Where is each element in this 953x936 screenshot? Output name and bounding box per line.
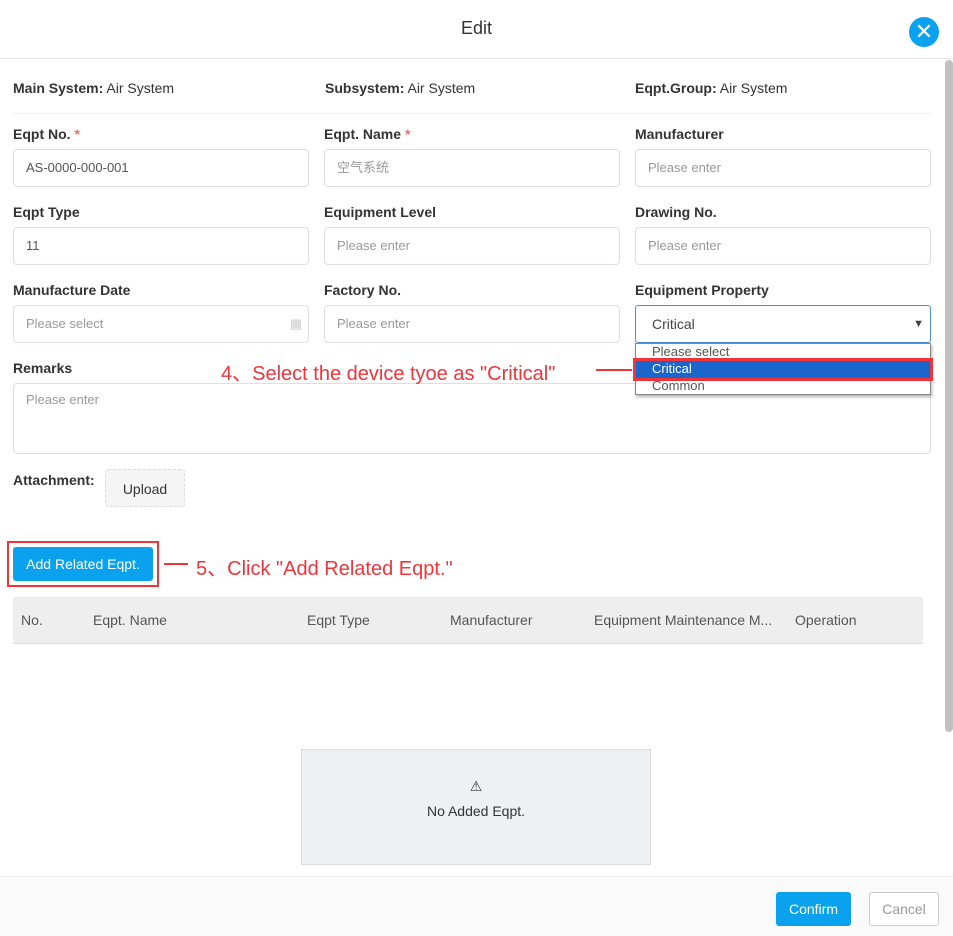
drawing-no-label: Drawing No. [635,204,717,220]
col-operation: Operation [795,612,857,628]
eqpt-name-label: Eqpt. Name * [324,126,411,142]
equipment-level-input[interactable]: Please enter [324,227,620,265]
close-icon[interactable]: ✕ [909,17,939,47]
cancel-button[interactable]: Cancel [869,892,939,926]
col-manufacturer: Manufacturer [450,612,533,628]
arrow-right-icon [164,563,188,565]
annotation-step4: 4、Select the device tyoe as "Critical" [221,363,556,385]
empty-text: No Added Eqpt. [426,803,526,819]
upload-button[interactable]: Upload [105,469,185,507]
factory-no-input[interactable]: Please enter [324,305,620,343]
remarks-label: Remarks [13,360,73,376]
equipment-property-dropdown: Please select Critical Common [633,343,933,395]
eqpt-no-label: Eqpt No. * [13,126,80,142]
empty-state: ⚠ No Added Eqpt. [301,749,651,865]
scrollbar[interactable] [945,60,953,732]
eqpt-no-input[interactable]: AS-0000-000-001 [13,149,309,187]
eqpt-name-input[interactable]: 空气系统 [324,149,620,187]
equipment-level-label: Equipment Level [324,204,437,220]
arrow-left-icon [596,369,632,371]
factory-no-label: Factory No. [324,282,402,298]
annotation-step5: 5、Click "Add Related Eqpt." [196,558,453,580]
main-system-info: Main System: Air System [13,80,175,96]
col-no: No. [21,612,43,628]
warning-icon: ⚠ [469,778,483,794]
attachment-label: Attachment: [13,472,95,488]
confirm-button[interactable]: Confirm [776,892,851,926]
dialog-title: Edit [0,0,953,59]
manufacturer-input[interactable]: Please enter [635,149,931,187]
add-related-eqpt-button[interactable]: Add Related Eqpt. [13,547,153,581]
col-maintenance: Equipment Maintenance M... [594,612,773,628]
eqpt-type-input[interactable]: 11 [13,227,309,265]
option-critical[interactable]: Critical [633,358,933,381]
equipment-property-label: Equipment Property [635,282,769,298]
option-common[interactable]: Common [636,378,930,395]
drawing-no-input[interactable]: Please enter [635,227,931,265]
equipment-property-select[interactable]: Critical ▼ [635,305,931,343]
chevron-down-icon: ▼ [913,318,924,330]
manufacture-date-input[interactable]: Please select ▦ [13,305,309,343]
divider [13,113,931,114]
eqpt-type-label: Eqpt Type [13,204,80,220]
calendar-icon: ▦ [289,316,302,331]
col-eqpt-type: Eqpt Type [307,612,370,628]
col-eqpt-name: Eqpt. Name [93,612,167,628]
option-please-select[interactable]: Please select [636,344,930,361]
group-info: Eqpt.Group: Air System [635,80,788,96]
manufacture-date-label: Manufacture Date [13,282,131,298]
table-header: No. Eqpt. Name Eqpt Type Manufacturer Eq… [13,597,923,644]
manufacturer-label: Manufacturer [635,126,724,142]
subsystem-info: Subsystem: Air System [325,80,476,96]
